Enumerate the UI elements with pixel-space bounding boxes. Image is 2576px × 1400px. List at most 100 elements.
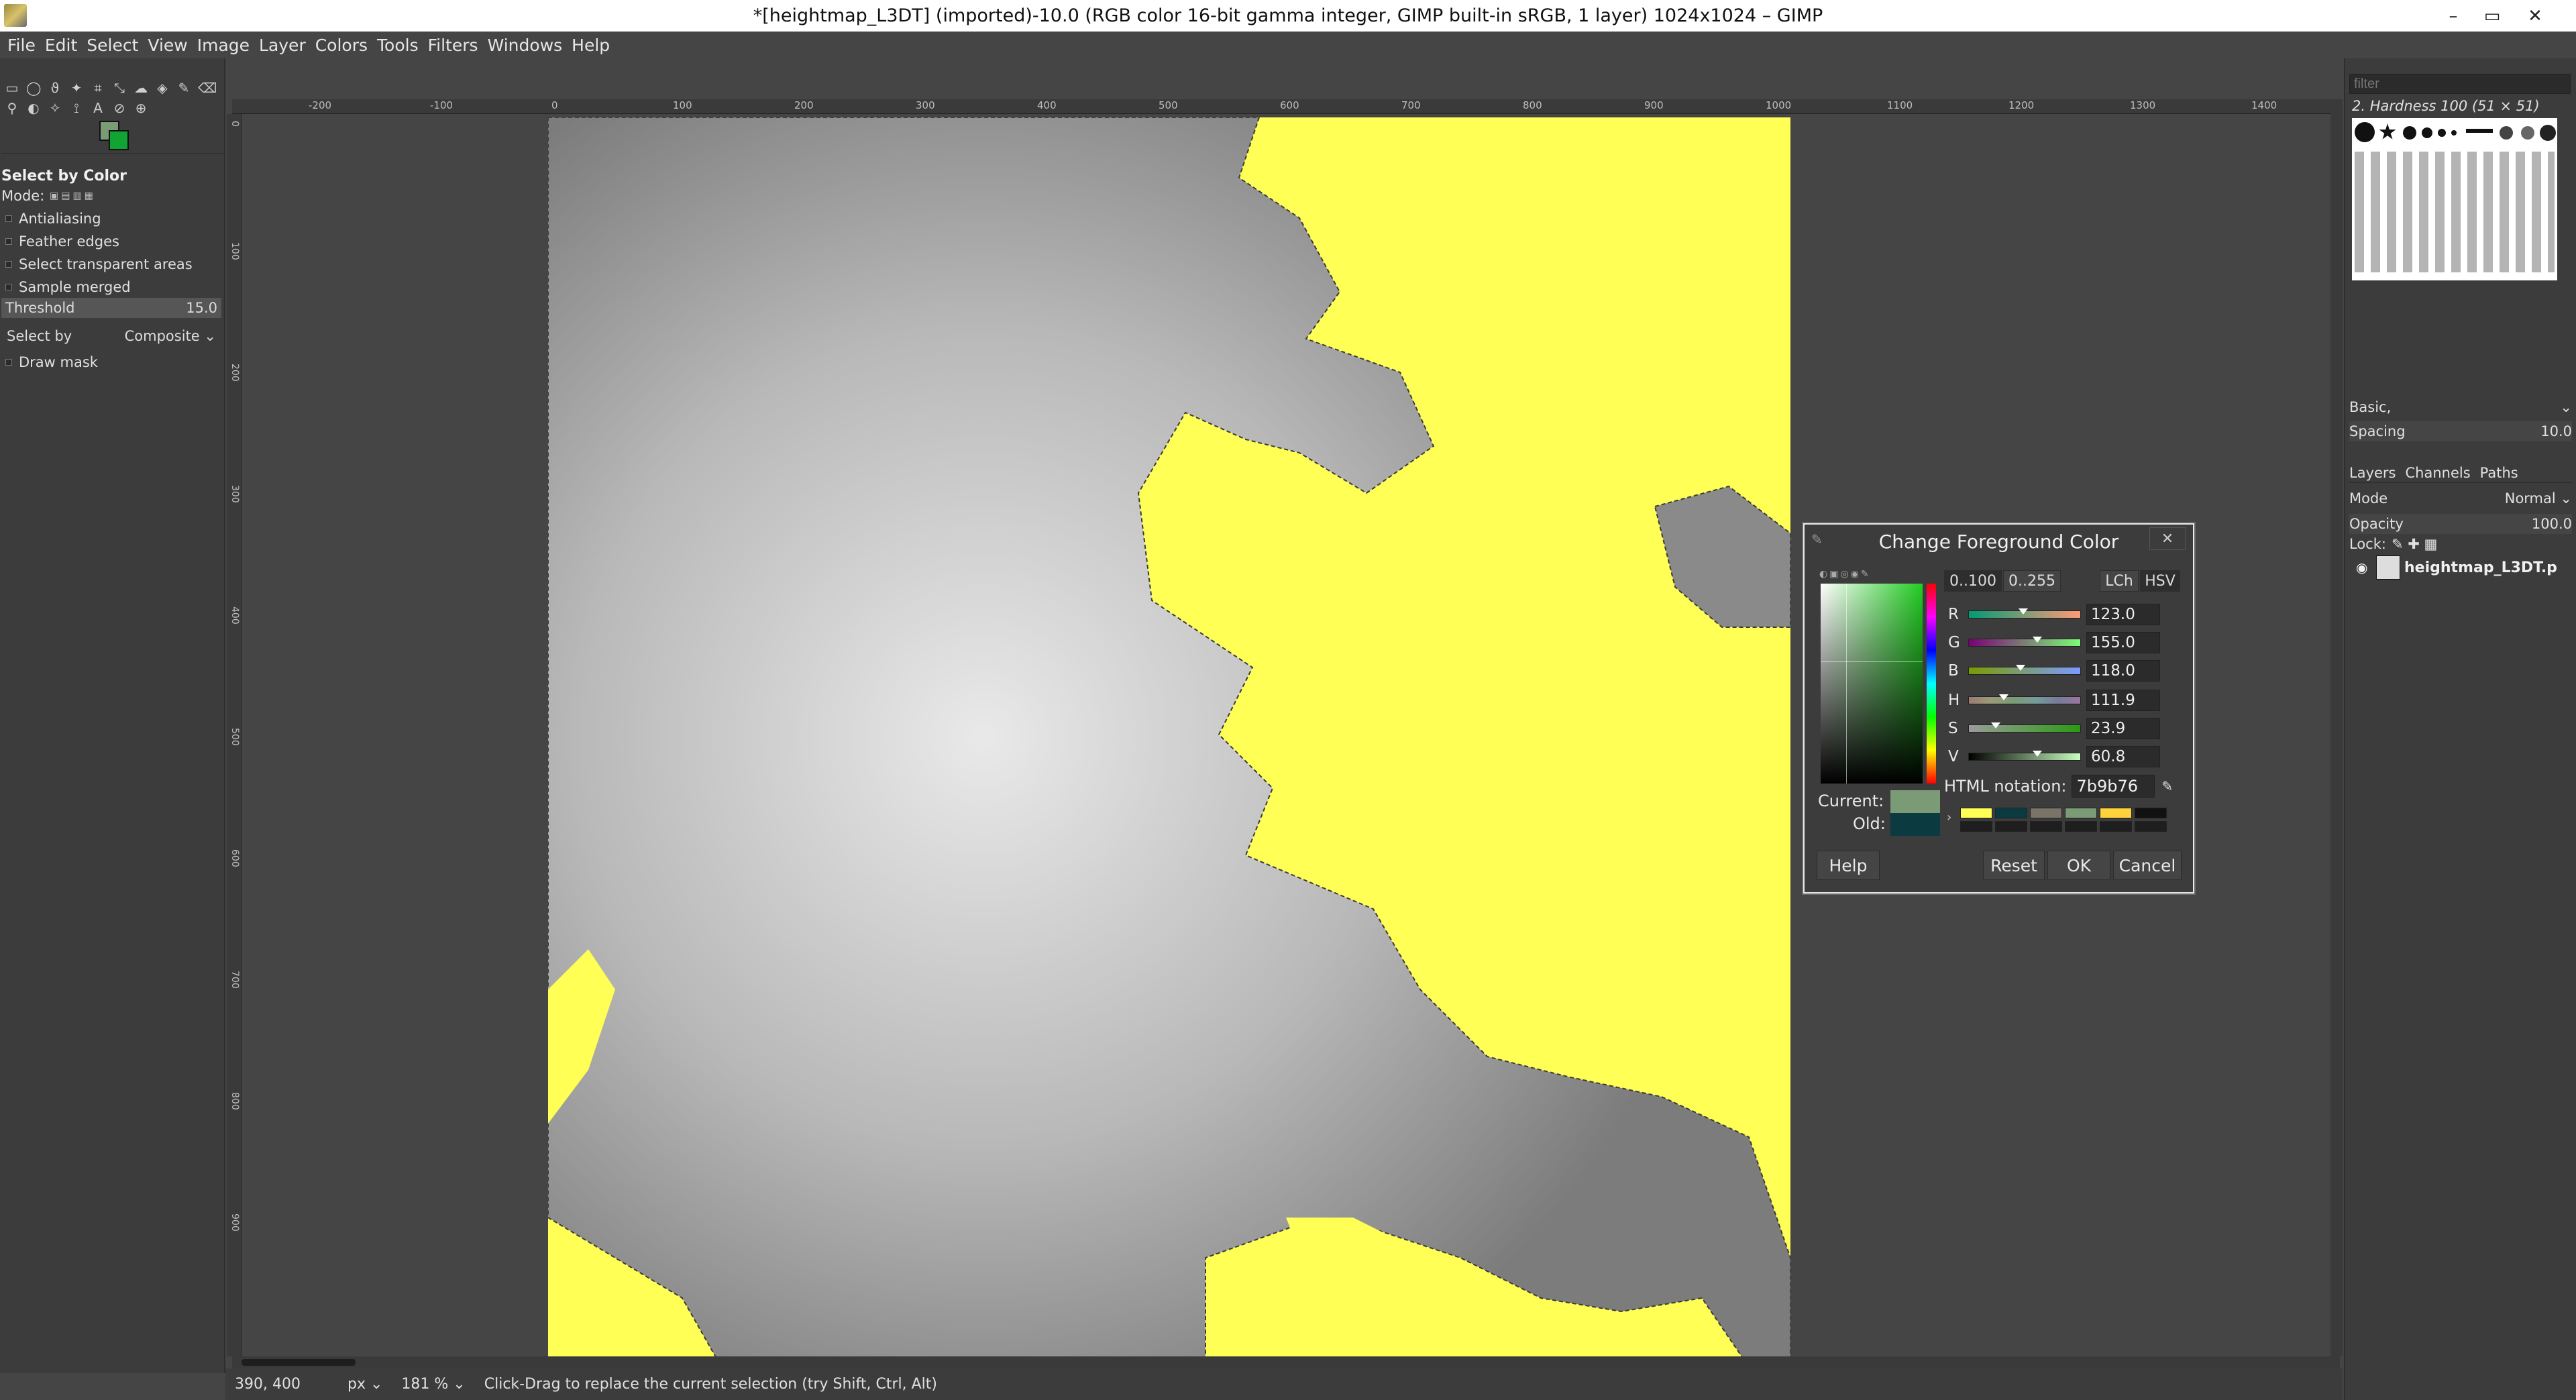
brush-item[interactable] [2500,126,2513,140]
text-tool-icon[interactable]: A [91,101,105,115]
menu-colors[interactable]: Colors [315,36,368,55]
bucket-fill-tool-icon[interactable]: ◈ [155,80,170,95]
eyedropper-icon[interactable]: ✎ [2161,778,2173,794]
menu-edit[interactable]: Edit [45,36,77,55]
channel-g-slider[interactable] [1968,637,2081,647]
history-color[interactable] [1960,821,1992,832]
ok-button[interactable]: OK [2047,851,2110,880]
brush-item[interactable] [2466,129,2493,133]
layer-mode-dropdown[interactable]: Normal ⌄ [2505,490,2572,506]
saturation-value-square[interactable] [1821,584,1923,784]
range-0-255-toggle[interactable]: 0..255 [2003,570,2061,592]
menu-select[interactable]: Select [87,36,138,55]
unit-selector[interactable]: px ⌄ [338,1376,392,1393]
html-notation-input[interactable]: 7b9b76 [2072,775,2155,798]
zoom-selector[interactable]: 181 % ⌄ [392,1376,474,1393]
lock-icons[interactable]: ✎ ✚ ▦ [2392,536,2437,552]
heightmap-image[interactable] [548,117,1790,1357]
channel-h-marker[interactable] [1999,694,2009,700]
channel-g-value[interactable]: 155.0 [2086,632,2160,653]
history-color[interactable] [2030,808,2062,818]
sample-merged-checkbox[interactable]: Sample merged [0,276,224,298]
channel-v-value[interactable]: 60.8 [2086,746,2160,767]
menu-help[interactable]: Help [572,36,610,55]
horizontal-ruler[interactable]: -200 -100 0 100 200 300 400 500 600 700 800 900 1000… [232,99,2340,114]
brush-preset-row[interactable]: Basic, ⌄ [2349,397,2572,417]
menu-file[interactable]: File [7,36,36,55]
channel-h-slider[interactable] [1968,694,2081,704]
tab-paths[interactable]: Paths [2480,465,2518,481]
menu-tools[interactable]: Tools [377,36,419,55]
spacing-slider[interactable]: Spacing 10.0 [2349,421,2572,441]
menu-layer[interactable]: Layer [259,36,306,55]
history-color[interactable] [2030,821,2062,832]
history-color[interactable] [1995,821,2027,832]
menu-filters[interactable]: Filters [428,36,478,55]
transform-tool-icon[interactable]: ⤡ [112,80,127,95]
color-picker-tool-icon[interactable]: ⊘ [112,101,127,115]
channel-b-slider[interactable] [1968,665,2081,675]
menu-view[interactable]: View [148,36,187,55]
brush-item[interactable] [2438,129,2446,137]
history-color[interactable] [2100,808,2132,818]
channel-b-value[interactable]: 118.0 [2086,660,2160,682]
color-selector-icons[interactable]: ◐▣◎◉✎ [1819,569,1871,580]
maximize-button[interactable]: ▭ [2473,0,2512,32]
channel-g-marker[interactable] [2033,637,2043,643]
brush-item[interactable] [2379,123,2396,140]
layer-item[interactable]: ◉ heightmap_L3DT.p [2349,553,2572,582]
brush-filter-input[interactable] [2349,74,2571,94]
dodge-tool-icon[interactable]: ✧ [48,101,62,115]
vertical-scrollbar[interactable] [2330,99,2343,1356]
free-select-tool-icon[interactable]: ϑ [48,80,62,95]
menu-windows[interactable]: Windows [488,36,563,55]
history-color[interactable] [1995,808,2027,818]
brush-item[interactable] [2422,127,2432,138]
channel-v-marker[interactable] [2033,751,2043,757]
warp-tool-icon[interactable]: ☁ [133,80,148,95]
draw-mask-checkbox[interactable]: Draw mask [0,352,224,373]
close-button[interactable]: ✕ [2516,0,2555,32]
history-color[interactable] [1960,808,1992,818]
rect-select-tool-icon[interactable]: ▭ [5,80,19,95]
paintbrush-tool-icon[interactable]: ✎ [176,80,191,95]
path-tool-icon[interactable]: ⟟ [69,101,84,115]
eraser-tool-icon[interactable]: ⌫ [198,80,217,95]
reset-button[interactable]: Reset [1983,851,2045,880]
tab-channels[interactable]: Channels [2406,465,2471,481]
channel-s-marker[interactable] [1991,722,2001,729]
dialog-close-button[interactable]: ✕ [2149,527,2186,550]
crop-tool-icon[interactable]: ⌗ [91,80,105,95]
channel-s-value[interactable]: 23.9 [2086,718,2160,739]
eye-icon[interactable]: ◉ [2356,559,2367,576]
minimize-button[interactable]: – [2434,0,2473,32]
channel-s-slider[interactable] [1968,722,2081,733]
brush-item[interactable] [2403,126,2416,140]
brush-item[interactable] [2540,125,2556,141]
menu-image[interactable]: Image [197,36,250,55]
brush-item[interactable] [2451,130,2457,136]
brush-item[interactable] [2355,122,2375,142]
help-button[interactable]: Help [1817,851,1880,880]
select-transparent-checkbox[interactable]: Select transparent areas [0,254,224,275]
tab-layers[interactable]: Layers [2349,465,2396,481]
channel-r-marker[interactable] [2018,608,2028,614]
antialiasing-checkbox[interactable]: Antialiasing [0,208,224,229]
channel-r-value[interactable]: 123.0 [2086,604,2160,625]
history-color[interactable] [2065,821,2097,832]
hsv-toggle[interactable]: HSV [2140,570,2180,592]
history-color[interactable] [2065,808,2097,818]
history-color[interactable] [2135,808,2167,818]
horizontal-scrollbar[interactable] [232,1356,2340,1368]
brush-item[interactable] [2521,126,2534,140]
history-arrow-icon[interactable]: › [1947,810,1951,824]
background-color-swatch[interactable] [109,130,129,150]
channel-b-marker[interactable] [2016,665,2026,671]
threshold-slider[interactable]: Threshold 15.0 [1,298,221,318]
select-by-dropdown[interactable]: Composite ⌄ [125,328,216,344]
ellipse-select-tool-icon[interactable]: ◯ [26,80,41,95]
lch-toggle[interactable]: LCh [2100,570,2139,592]
hue-strip[interactable] [1927,584,1936,784]
zoom-tool-icon[interactable]: ⊕ [133,101,148,115]
range-0-100-toggle[interactable]: 0..100 [1944,570,2002,592]
